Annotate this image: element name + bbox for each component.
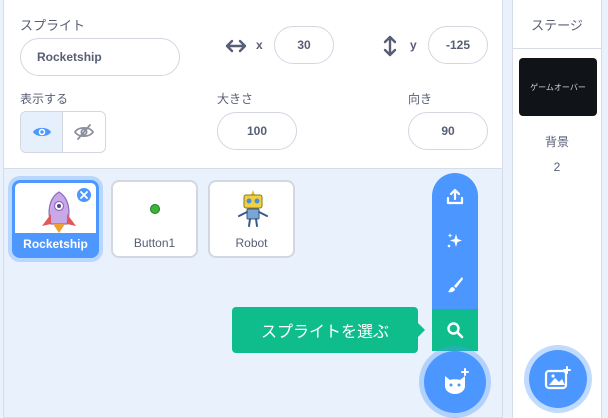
sprite-tile-name: Rocketship <box>15 233 96 255</box>
hide-button[interactable] <box>63 112 105 152</box>
stage-pane: ステージ ゲームオーバー 背景 2 <box>512 0 602 418</box>
sprite-tile-robot[interactable]: Robot <box>208 180 295 258</box>
direction-input[interactable]: 90 <box>408 112 488 150</box>
eye-icon <box>32 127 51 137</box>
sprite-tile-rocketship[interactable]: Rocketship <box>12 180 99 258</box>
show-button[interactable] <box>21 112 64 152</box>
x-arrows-icon <box>225 39 247 53</box>
close-icon <box>80 191 88 199</box>
button1-thumbnail-icon <box>150 204 160 214</box>
size-input[interactable]: 100 <box>217 112 297 150</box>
backdrop-count: 2 <box>553 160 561 174</box>
size-label: 大きさ <box>217 92 254 106</box>
upload-icon <box>446 188 464 205</box>
search-sprite-button[interactable] <box>432 309 478 351</box>
surprise-sprite-button[interactable] <box>432 219 478 263</box>
upload-sprite-button[interactable] <box>432 175 478 219</box>
visibility-toggle <box>20 111 106 153</box>
surprise-icon <box>447 233 462 248</box>
search-icon <box>447 322 464 339</box>
sprite-tile-name: Button1 <box>133 236 176 250</box>
paint-sprite-button[interactable] <box>432 263 478 307</box>
sprite-info-panel: スプライト Rocketship x 30 y -125 表示する 大きさ 10… <box>4 0 502 169</box>
rocketship-thumbnail-icon <box>42 191 76 233</box>
delete-sprite-button[interactable] <box>75 186 93 204</box>
backdrop-thumbnail-text: ゲームオーバー <box>530 82 586 92</box>
stage-title: ステージ <box>513 0 601 49</box>
choose-sprite-tooltip: スプライトを選ぶ <box>232 307 425 353</box>
backdrop-thumbnail[interactable]: ゲームオーバー <box>519 58 597 116</box>
eye-slash-icon <box>74 124 94 140</box>
right-edge <box>602 0 608 418</box>
paint-icon <box>448 277 463 293</box>
cat-face-icon <box>445 368 469 394</box>
robot-thumbnail-icon <box>238 190 268 227</box>
direction-label: 向き <box>408 92 433 106</box>
choose-sprite-button[interactable] <box>424 351 486 413</box>
sprite-name-input[interactable]: Rocketship <box>20 38 180 76</box>
x-label: x <box>256 38 263 52</box>
backdrop-label: 背景 <box>544 135 569 149</box>
show-label: 表示する <box>20 92 69 106</box>
image-add-icon <box>544 366 571 390</box>
sprite-tile-button1[interactable]: Button1 <box>111 180 198 258</box>
sprite-tile-name: Robot <box>235 236 268 250</box>
sprite-label: スプライト <box>20 18 86 33</box>
y-input[interactable]: -125 <box>428 26 488 64</box>
x-input[interactable]: 30 <box>274 26 334 64</box>
y-arrows-icon <box>383 35 397 57</box>
choose-backdrop-button[interactable] <box>529 350 587 408</box>
y-label: y <box>410 38 417 52</box>
